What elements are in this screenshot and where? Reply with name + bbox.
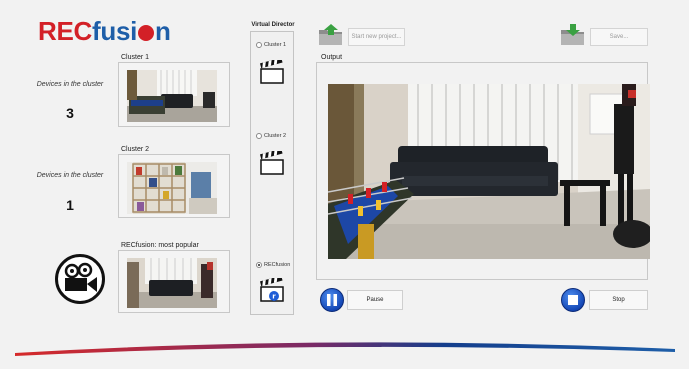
clapperboard-recfusion-icon[interactable]: r: [259, 275, 285, 302]
logo-fusion-text: fusi: [92, 16, 138, 46]
brand-swoosh: [15, 342, 675, 356]
logo-rec-text: REC: [38, 16, 92, 46]
radio-cluster-2[interactable]: Cluster 2: [256, 133, 286, 139]
cluster2-devices-label: Devices in the cluster: [36, 172, 104, 179]
cluster2-title: Cluster 2: [119, 146, 152, 153]
output-video[interactable]: [328, 84, 650, 259]
start-new-project-button[interactable]: Start new project...: [348, 28, 405, 46]
stop-icon[interactable]: [561, 288, 585, 312]
pause-button[interactable]: Pause: [347, 290, 403, 310]
clapperboard-icon[interactable]: [259, 148, 285, 175]
cluster2-device-count: 1: [66, 197, 74, 213]
cluster1-device-count: 3: [66, 105, 74, 121]
radio-cluster-1[interactable]: Cluster 1: [256, 42, 286, 48]
cluster2-thumbnail[interactable]: [127, 162, 217, 214]
recfusion-logo: REC fusi n: [38, 16, 171, 47]
cluster1-title: Cluster 1: [119, 54, 152, 61]
folder-down-arrow-icon[interactable]: [560, 24, 586, 46]
radio-recfusion-circle[interactable]: [256, 262, 262, 268]
camera-icon: [55, 254, 105, 304]
output-label: Output: [319, 54, 345, 61]
radio-cluster-2-label: Cluster 2: [264, 133, 287, 139]
recfusion-popular-thumbnail[interactable]: [127, 258, 217, 308]
virtual-director-title: Virtual Director: [251, 22, 295, 28]
radio-recfusion-label: RECfusion: [264, 262, 291, 268]
svg-text:r: r: [272, 293, 276, 301]
cluster1-thumbnail[interactable]: [127, 70, 217, 122]
clapperboard-icon[interactable]: [259, 57, 285, 84]
radio-cluster-2-circle[interactable]: [256, 133, 262, 139]
logo-fusion-end: n: [155, 16, 171, 46]
save-button[interactable]: Save...: [590, 28, 648, 46]
recfusion-popular-title: RECfusion: most popular: [119, 242, 201, 249]
cluster1-devices-label: Devices in the cluster: [36, 81, 104, 88]
stop-button[interactable]: Stop: [589, 290, 648, 310]
radio-recfusion[interactable]: RECfusion: [256, 262, 290, 268]
logo-record-dot: [138, 24, 155, 41]
radio-cluster-1-label: Cluster 1: [264, 42, 287, 48]
pause-icon[interactable]: [320, 288, 344, 312]
folder-up-arrow-icon[interactable]: [318, 24, 344, 46]
radio-cluster-1-circle[interactable]: [256, 42, 262, 48]
